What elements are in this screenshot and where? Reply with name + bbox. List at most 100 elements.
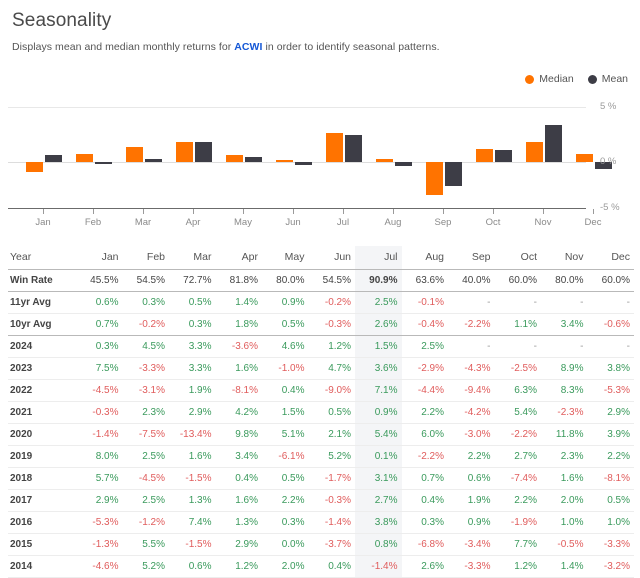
chart-bar-mean-aug[interactable]	[395, 162, 412, 167]
chart-bar-median-nov[interactable]	[526, 142, 543, 162]
x-axis-month-label: Dec	[584, 217, 602, 228]
legend-item-median[interactable]: Median	[525, 73, 574, 85]
table-cell: 6.3%	[514, 385, 537, 396]
table-col-header-jan[interactable]: Jan	[76, 246, 123, 270]
table-cell: 1.3%	[235, 517, 258, 528]
chart-bar-median-oct[interactable]	[476, 148, 493, 162]
table-cell: 0.3%	[142, 297, 165, 308]
table-cell: 0.5%	[281, 473, 305, 484]
table-cell: 1.2%	[235, 561, 258, 572]
table-cell: 3.4%	[560, 319, 584, 330]
table-cell: -	[487, 297, 491, 308]
table-col-header-jul[interactable]: Jul	[355, 246, 402, 270]
chart-bar-mean-oct[interactable]	[495, 149, 512, 162]
chart-bar-median-jun[interactable]	[276, 159, 293, 162]
chart-bar-median-jul[interactable]	[326, 133, 343, 162]
table-cell: 2.9%	[235, 539, 258, 550]
table-col-header-feb[interactable]: Feb	[122, 246, 169, 270]
table-cell: 2.3%	[142, 407, 165, 418]
table-col-header-dec[interactable]: Dec	[587, 246, 634, 270]
table-col-header-aug[interactable]: Aug	[401, 246, 448, 270]
table-cell: 0.5%	[281, 319, 305, 330]
table-cell: 1.9%	[467, 495, 491, 506]
table-cell: -3.2%	[603, 561, 630, 572]
table-cell: 0.9%	[281, 297, 305, 308]
table-cell: -3.3%	[464, 561, 491, 572]
x-axis-tick	[593, 209, 594, 214]
table-cell: 80.0%	[555, 275, 584, 286]
table-cell: 60.0%	[601, 275, 630, 286]
x-axis-month-label: Nov	[534, 217, 552, 228]
x-axis-month-label: Jan	[35, 217, 51, 228]
chart-bar-mean-may[interactable]	[245, 156, 262, 162]
table-cell: -1.9%	[510, 517, 537, 528]
table-cell: 0.6%	[188, 561, 212, 572]
chart-bar-median-jan[interactable]	[26, 162, 43, 172]
table-cell: -	[626, 341, 630, 352]
x-axis-month-label: Jun	[285, 217, 301, 228]
chart-bar-median-sep[interactable]	[426, 162, 443, 195]
table-cell: 1.1%	[514, 319, 537, 330]
table-col-header-may[interactable]: May	[262, 246, 309, 270]
table-row: 2016 -5.3% -1.2% 7.4% 1.3% 0.3% -1.4% 3.8% 0.3% 0…	[8, 511, 634, 534]
table-cell: 2.5%	[355, 291, 402, 314]
circle-marker-icon	[587, 74, 597, 84]
table-row: 2022 -4.5% -3.1% 1.9% -8.1% 0.4% -9.0% 7.1% -4.4…	[8, 379, 634, 402]
table-cell: 81.8%	[229, 275, 258, 286]
table-col-header-sep[interactable]: Sep	[448, 246, 495, 270]
chart-plot-area: Jan Feb Mar Apr May Jun Jul Aug Sep Oct Nov Dec	[8, 98, 612, 228]
table-cell: -5.3%	[92, 517, 119, 528]
table-cell: 1.8%	[235, 319, 258, 330]
table-col-header-year[interactable]: Year	[8, 246, 76, 270]
table-cell: -2.2%	[464, 319, 491, 330]
ticker-link-acwi[interactable]: ACWI	[234, 41, 262, 53]
table-row: 2014 -4.6% 5.2% 0.6% 1.2% 2.0% 0.4% -1.4% 2.6% -3…	[8, 555, 634, 578]
chart-bar-median-aug[interactable]	[376, 158, 393, 162]
table-cell: 0.4%	[421, 495, 444, 506]
x-axis-month-label: Aug	[384, 217, 402, 228]
chart-bar-median-dec[interactable]	[576, 154, 593, 162]
table-cell: -5.3%	[603, 385, 630, 396]
chart-bar-median-may[interactable]	[226, 155, 243, 162]
table-col-header-oct[interactable]: Oct	[494, 246, 541, 270]
table-cell: 0.5%	[188, 297, 212, 308]
chart-bar-mean-apr[interactable]	[195, 142, 212, 162]
table-col-header-mar[interactable]: Mar	[169, 246, 216, 270]
x-axis-month-label: May	[234, 217, 252, 228]
page-subtitle: Displays mean and median monthly returns…	[12, 41, 632, 53]
x-axis-tick	[393, 209, 394, 214]
table-cell: 8.0%	[95, 451, 119, 462]
chart-bar-mean-jun[interactable]	[295, 162, 312, 166]
chart-bar-median-mar[interactable]	[126, 146, 143, 162]
table-cell: 0.7%	[95, 319, 119, 330]
table-cell: 3.1%	[355, 467, 402, 490]
legend-item-mean[interactable]: Mean	[587, 73, 628, 85]
chart-bar-mean-jul[interactable]	[345, 134, 362, 162]
table-cell: 3.4%	[235, 451, 258, 462]
table-row-label: 2023	[10, 363, 33, 374]
chart-bar-median-feb[interactable]	[76, 154, 93, 162]
table-header-row: Year Jan Feb Mar Apr May Jun Jul Aug Sep Oct Nov Dec	[8, 246, 634, 270]
table-row-label: 2022	[10, 385, 33, 396]
table-cell: 2.2%	[281, 495, 305, 506]
x-axis-tick	[443, 209, 444, 214]
table-cell: 0.6%	[95, 297, 119, 308]
table-cell: 2.2%	[607, 451, 630, 462]
table-cell: -1.2%	[138, 517, 165, 528]
table-col-header-jun[interactable]: Jun	[308, 246, 355, 270]
table-col-header-apr[interactable]: Apr	[215, 246, 262, 270]
table-cell: 5.2%	[142, 561, 165, 572]
table-head: Year Jan Feb Mar Apr May Jun Jul Aug Sep Oct Nov Dec	[8, 246, 634, 270]
table-row-label: 2014	[10, 561, 33, 572]
chart-bar-mean-feb[interactable]	[95, 162, 112, 165]
chart-bar-mean-sep[interactable]	[445, 162, 462, 187]
chart-bar-median-apr[interactable]	[176, 142, 193, 162]
table-cell: 1.5%	[281, 407, 305, 418]
chart-bar-mean-mar[interactable]	[145, 158, 162, 162]
table-row: 2023 7.5% -3.3% 3.3% 1.6% -1.0% 4.7% 3.6% -2.9% -…	[8, 357, 634, 380]
table-cell: -2.3%	[557, 407, 584, 418]
table-cell: -1.7%	[324, 473, 351, 484]
table-col-header-nov[interactable]: Nov	[541, 246, 588, 270]
chart-bar-mean-jan[interactable]	[45, 155, 62, 162]
chart-bar-mean-nov[interactable]	[545, 124, 562, 162]
